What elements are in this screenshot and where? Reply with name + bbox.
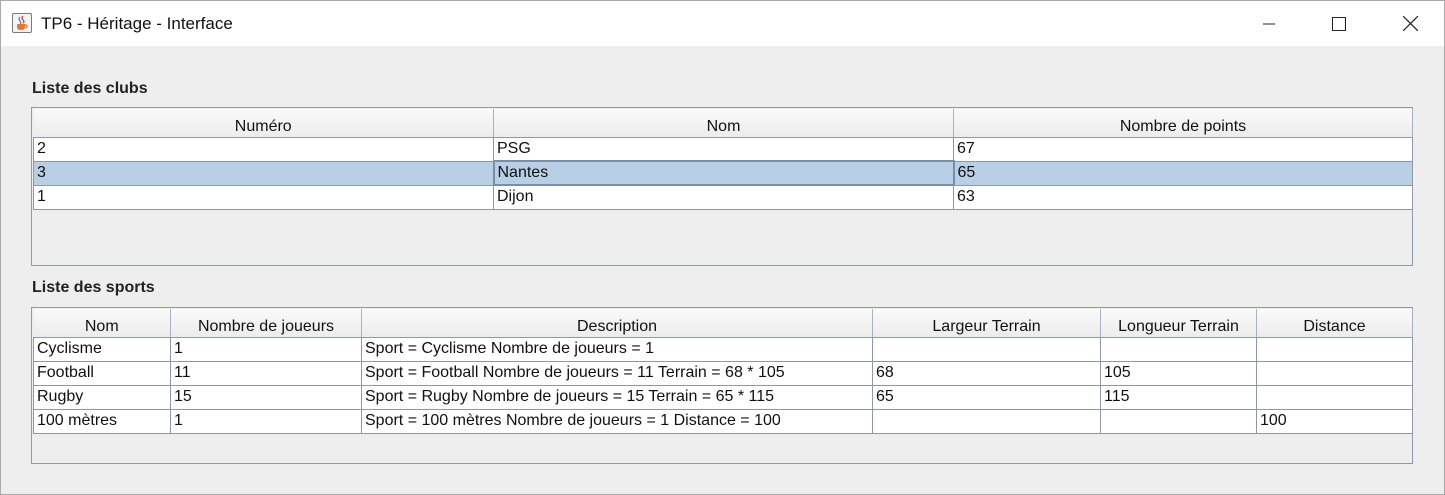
sport-row[interactable]: Cyclisme 1 Sport = Cyclisme Nombre de jo… xyxy=(33,336,1413,362)
maximize-icon xyxy=(1332,16,1346,31)
column-header-description[interactable]: Description xyxy=(361,309,873,338)
column-header-nom[interactable]: Nom xyxy=(33,309,171,338)
sport-longueur-cell[interactable]: 105 xyxy=(1100,360,1257,386)
sports-table-header: Nom Nombre de joueurs Description Largeu… xyxy=(33,309,1413,338)
club-row[interactable]: 1 Dijon 63 xyxy=(33,184,1413,210)
sport-longueur-cell[interactable] xyxy=(1100,336,1257,362)
club-nom-cell[interactable]: Dijon xyxy=(493,184,954,210)
column-header-longueur[interactable]: Longueur Terrain xyxy=(1100,309,1257,338)
column-header-joueurs[interactable]: Nombre de joueurs xyxy=(170,309,362,338)
close-button[interactable] xyxy=(1387,1,1433,46)
close-icon xyxy=(1402,16,1418,31)
sport-longueur-cell[interactable]: 115 xyxy=(1100,384,1257,410)
sport-description-cell[interactable]: Sport = 100 mètres Nombre de joueurs = 1… xyxy=(361,408,873,434)
club-points-cell[interactable]: 63 xyxy=(953,184,1413,210)
sport-nom-cell[interactable]: Football xyxy=(33,360,171,386)
sport-joueurs-cell[interactable]: 15 xyxy=(170,384,362,410)
sports-table-scrollpane[interactable]: Nom Nombre de joueurs Description Largeu… xyxy=(31,307,1413,464)
club-row[interactable]: 2 PSG 67 xyxy=(33,136,1413,162)
title-bar[interactable]: TP6 - Héritage - Interface xyxy=(1,1,1444,46)
sport-largeur-cell[interactable]: 65 xyxy=(872,384,1101,410)
clubs-table-scrollpane[interactable]: Numéro Nom Nombre de points 2 PSG 67 3 N… xyxy=(31,107,1413,266)
clubs-table[interactable]: Numéro Nom Nombre de points 2 PSG 67 3 N… xyxy=(33,109,1413,210)
sport-row[interactable]: Football 11 Sport = Football Nombre de j… xyxy=(33,360,1413,386)
sport-distance-cell[interactable] xyxy=(1256,360,1413,386)
sport-row[interactable]: 100 mètres 1 Sport = 100 mètres Nombre d… xyxy=(33,408,1413,434)
club-points-cell[interactable]: 65 xyxy=(953,160,1413,186)
sport-nom-cell[interactable]: Rugby xyxy=(33,384,171,410)
sport-description-cell[interactable]: Sport = Cyclisme Nombre de joueurs = 1 xyxy=(361,336,873,362)
sport-largeur-cell[interactable] xyxy=(872,408,1101,434)
app-window: TP6 - Héritage - Interface Liste des clu… xyxy=(0,0,1445,495)
sport-largeur-cell[interactable] xyxy=(872,336,1101,362)
sport-description-cell[interactable]: Sport = Football Nombre de joueurs = 11 … xyxy=(361,360,873,386)
sports-table[interactable]: Nom Nombre de joueurs Description Largeu… xyxy=(33,309,1413,434)
java-cup-icon xyxy=(12,13,32,33)
club-nom-cell[interactable]: PSG xyxy=(493,136,954,162)
sport-distance-cell[interactable] xyxy=(1256,384,1413,410)
column-header-numero[interactable]: Numéro xyxy=(33,109,494,138)
sport-distance-cell[interactable] xyxy=(1256,336,1413,362)
sport-longueur-cell[interactable] xyxy=(1100,408,1257,434)
column-header-nom[interactable]: Nom xyxy=(493,109,954,138)
column-header-largeur[interactable]: Largeur Terrain xyxy=(872,309,1101,338)
sport-joueurs-cell[interactable]: 1 xyxy=(170,408,362,434)
sport-row[interactable]: Rugby 15 Sport = Rugby Nombre de joueurs… xyxy=(33,384,1413,410)
minimize-icon xyxy=(1263,23,1275,24)
maximize-button[interactable] xyxy=(1316,1,1362,46)
sports-section-label: Liste des sports xyxy=(32,279,155,296)
sport-nom-cell[interactable]: 100 mètres xyxy=(33,408,171,434)
column-header-distance[interactable]: Distance xyxy=(1256,309,1413,338)
club-numero-cell[interactable]: 3 xyxy=(33,160,494,186)
column-header-points[interactable]: Nombre de points xyxy=(953,109,1413,138)
club-points-cell[interactable]: 67 xyxy=(953,136,1413,162)
club-nom-cell-focused[interactable]: Nantes xyxy=(492,160,955,186)
sport-description-cell[interactable]: Sport = Rugby Nombre de joueurs = 15 Ter… xyxy=(361,384,873,410)
window-title: TP6 - Héritage - Interface xyxy=(41,14,233,33)
club-numero-cell[interactable]: 2 xyxy=(33,136,494,162)
clubs-section-label: Liste des clubs xyxy=(32,80,148,97)
club-row-selected[interactable]: 3 Nantes 65 xyxy=(33,160,1413,186)
club-numero-cell[interactable]: 1 xyxy=(33,184,494,210)
sport-nom-cell[interactable]: Cyclisme xyxy=(33,336,171,362)
sport-joueurs-cell[interactable]: 11 xyxy=(170,360,362,386)
sport-largeur-cell[interactable]: 68 xyxy=(872,360,1101,386)
clubs-table-header: Numéro Nom Nombre de points xyxy=(33,109,1413,138)
sport-joueurs-cell[interactable]: 1 xyxy=(170,336,362,362)
minimize-button[interactable] xyxy=(1246,1,1292,46)
sport-distance-cell[interactable]: 100 xyxy=(1256,408,1413,434)
